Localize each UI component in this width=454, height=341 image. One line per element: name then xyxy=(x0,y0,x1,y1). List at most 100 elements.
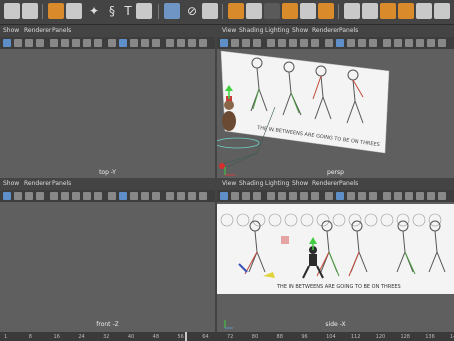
viewport-top[interactable]: Show Renderer Panels top -Y xyxy=(0,25,215,180)
menu-panels[interactable]: Panels xyxy=(52,27,71,34)
xray-icon[interactable] xyxy=(166,192,174,200)
set-key-icon[interactable] xyxy=(282,3,298,19)
grid-toggle-icon[interactable] xyxy=(267,39,275,47)
film-gate-icon[interactable] xyxy=(278,39,286,47)
smooth-shade-icon[interactable] xyxy=(119,39,127,47)
shadows-icon[interactable] xyxy=(369,39,377,47)
side-view-area[interactable]: THE IN BETWEENS ARE GOING TO BE ON THREE… xyxy=(217,202,454,332)
resolution-gate-icon[interactable] xyxy=(72,192,80,200)
field-chart-icon[interactable] xyxy=(83,192,91,200)
time-slider[interactable]: 1 8 16 24 32 40 48 56 64 72 80 88 96 104 112 120 128 136 1… xyxy=(0,332,454,341)
menu-renderer[interactable]: Renderer xyxy=(312,180,339,187)
field-chart-icon[interactable] xyxy=(300,192,308,200)
joint-icon[interactable] xyxy=(434,3,450,19)
camera-icon[interactable] xyxy=(231,192,239,200)
hud-icon[interactable] xyxy=(188,39,196,47)
render-icon[interactable] xyxy=(202,3,218,19)
resolution-gate-icon[interactable] xyxy=(72,39,80,47)
persp-view-area[interactable]: THE IN BETWEENS ARE GOING TO BE ON THREE… xyxy=(217,49,454,180)
spring-icon[interactable]: § xyxy=(104,3,120,19)
viewport-front[interactable]: Show Renderer Panels front -Z xyxy=(0,178,215,332)
textured-icon[interactable] xyxy=(347,192,355,200)
field-chart-icon[interactable] xyxy=(300,39,308,47)
lights-icon[interactable] xyxy=(358,192,366,200)
gamma-icon[interactable] xyxy=(427,39,435,47)
menu-renderer[interactable]: Renderer xyxy=(312,27,339,34)
isolate-icon[interactable] xyxy=(394,192,402,200)
menu-panels[interactable]: Panels xyxy=(339,180,358,187)
lasso-tool-icon[interactable] xyxy=(22,3,38,19)
safe-area-icon[interactable] xyxy=(311,192,319,200)
hud-icon[interactable] xyxy=(405,39,413,47)
camera-select-icon[interactable] xyxy=(3,192,11,200)
shadows-icon[interactable] xyxy=(152,39,160,47)
sphere-icon[interactable] xyxy=(48,3,64,19)
top-view-area[interactable]: top -Y xyxy=(0,49,215,180)
time-slider-playhead[interactable] xyxy=(184,332,187,341)
measure-icon[interactable]: ⊘ xyxy=(184,3,200,19)
shadows-icon[interactable] xyxy=(152,192,160,200)
isolate-icon[interactable] xyxy=(394,39,402,47)
graph-editor-icon[interactable] xyxy=(246,3,262,19)
camera-icon[interactable] xyxy=(14,192,22,200)
playblast-icon[interactable] xyxy=(264,3,280,19)
film-gate-icon[interactable] xyxy=(278,192,286,200)
textured-icon[interactable] xyxy=(130,192,138,200)
color-management-icon[interactable] xyxy=(438,39,446,47)
curve-icon[interactable] xyxy=(66,3,82,19)
viewport-persp[interactable]: View Shading Lighting Show Renderer Pane… xyxy=(217,25,454,180)
grid-icon[interactable] xyxy=(164,3,180,19)
isolate-icon[interactable] xyxy=(177,39,185,47)
film-gate-icon[interactable] xyxy=(61,192,69,200)
lights-icon[interactable] xyxy=(141,39,149,47)
menu-lighting[interactable]: Lighting xyxy=(265,180,289,187)
bookmark-icon[interactable] xyxy=(25,39,33,47)
lights-icon[interactable] xyxy=(141,192,149,200)
menu-panels[interactable]: Panels xyxy=(339,27,358,34)
cloth-icon[interactable] xyxy=(398,3,414,19)
image-plane-icon[interactable] xyxy=(253,39,261,47)
grid-toggle-icon[interactable] xyxy=(50,192,58,200)
menu-show[interactable]: Show xyxy=(3,180,19,187)
motion-path-icon[interactable] xyxy=(318,3,334,19)
grid-toggle-icon[interactable] xyxy=(267,192,275,200)
textured-icon[interactable] xyxy=(130,39,138,47)
hud-icon[interactable] xyxy=(188,192,196,200)
lines-icon[interactable] xyxy=(136,3,152,19)
menu-show[interactable]: Show xyxy=(292,27,308,34)
exposure-icon[interactable] xyxy=(199,39,207,47)
menu-view[interactable]: View xyxy=(222,180,236,187)
lights-icon[interactable] xyxy=(358,39,366,47)
text-tool-icon[interactable]: T xyxy=(120,3,136,19)
safe-area-icon[interactable] xyxy=(311,39,319,47)
safe-area-icon[interactable] xyxy=(94,39,102,47)
isolate-icon[interactable] xyxy=(177,192,185,200)
rig-icon[interactable] xyxy=(362,3,378,19)
shadows-icon[interactable] xyxy=(369,192,377,200)
bookmark-icon[interactable] xyxy=(242,39,250,47)
menu-shading[interactable]: Shading xyxy=(239,27,263,34)
menu-renderer[interactable]: Renderer xyxy=(24,27,51,34)
exposure-icon[interactable] xyxy=(416,192,424,200)
menu-lighting[interactable]: Lighting xyxy=(265,27,289,34)
image-plane-icon[interactable] xyxy=(253,192,261,200)
camera-select-icon[interactable] xyxy=(220,192,228,200)
dope-sheet-icon[interactable] xyxy=(300,3,316,19)
hud-icon[interactable] xyxy=(405,192,413,200)
menu-show[interactable]: Show xyxy=(292,180,308,187)
select-tool-icon[interactable] xyxy=(4,3,20,19)
wireframe-icon[interactable] xyxy=(325,192,333,200)
bookmark-icon[interactable] xyxy=(25,192,33,200)
front-view-area[interactable]: front -Z xyxy=(0,202,215,332)
resolution-gate-icon[interactable] xyxy=(289,192,297,200)
grid-toggle-icon[interactable] xyxy=(50,39,58,47)
xray-icon[interactable] xyxy=(166,39,174,47)
image-plane-icon[interactable] xyxy=(36,39,44,47)
camera-select-icon[interactable] xyxy=(3,39,11,47)
menu-view[interactable]: View xyxy=(222,27,236,34)
smooth-shade-icon[interactable] xyxy=(336,39,344,47)
xray-icon[interactable] xyxy=(383,39,391,47)
camera-select-icon[interactable] xyxy=(220,39,228,47)
wireframe-icon[interactable] xyxy=(108,192,116,200)
wireframe-icon[interactable] xyxy=(108,39,116,47)
